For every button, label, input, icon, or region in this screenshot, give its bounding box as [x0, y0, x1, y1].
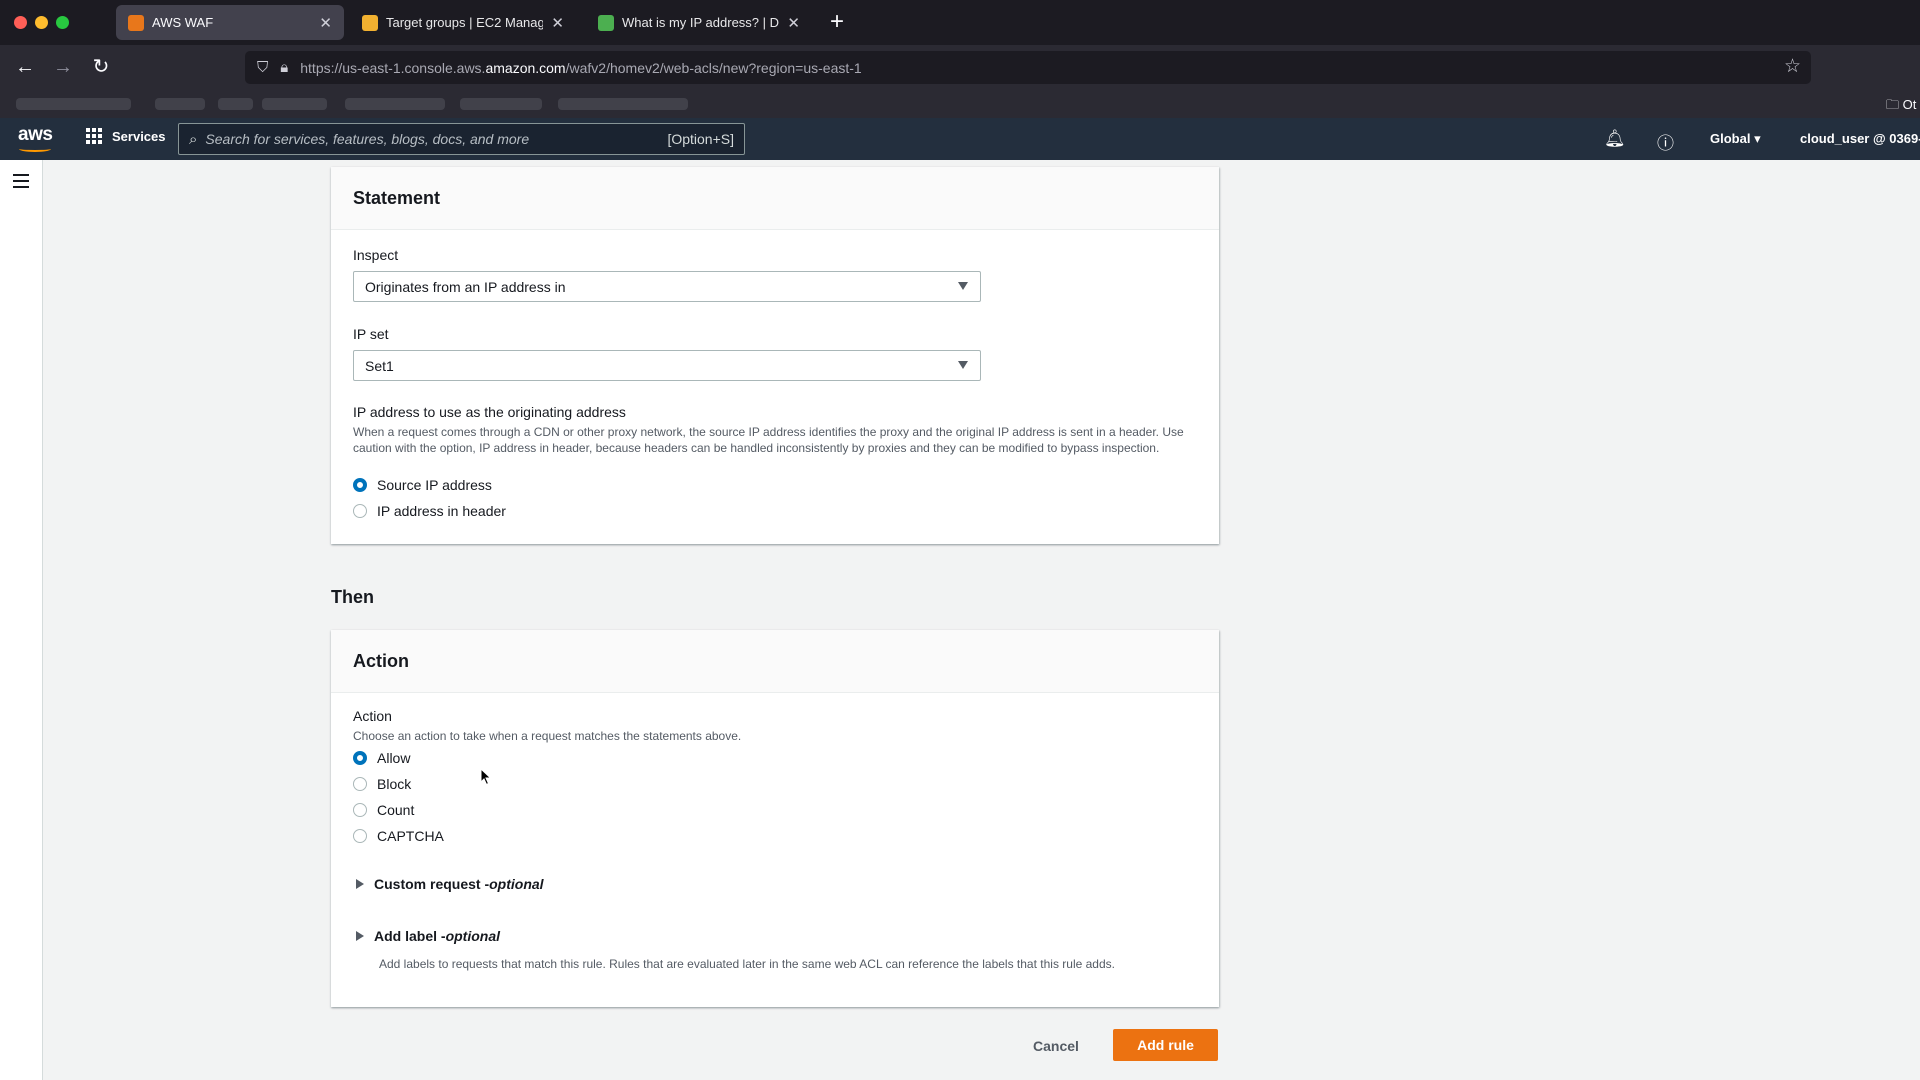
dslreports-favicon-icon [598, 14, 614, 31]
inspect-select[interactable]: Originates from an IP address in [353, 271, 981, 302]
then-heading: Then [331, 587, 374, 607]
aws-logo-smile [19, 146, 51, 152]
bookmark-star-icon[interactable]: ☆ [1784, 55, 1801, 78]
cancel-button[interactable]: Cancel [1020, 1030, 1092, 1062]
close-tab-icon[interactable]: ✕ [551, 14, 564, 32]
forward-arrow-icon[interactable]: → [51, 55, 75, 79]
bookmark-item[interactable] [345, 98, 445, 110]
bookmark-item[interactable] [218, 98, 253, 110]
optional-tag: optional [445, 928, 500, 944]
tab-target-groups[interactable]: Target groups | EC2 Management ✕ [350, 5, 576, 40]
ec2-favicon-icon [362, 14, 378, 31]
radio-captcha[interactable]: CAPTCHA [353, 828, 444, 844]
window-minimize-button[interactable] [35, 16, 48, 29]
radio-button[interactable] [353, 829, 367, 843]
radio-label: CAPTCHA [377, 828, 444, 844]
browser-tab-bar: AWS WAF ✕ Target groups | EC2 Management… [0, 0, 1920, 45]
inspect-selected-value: Originates from an IP address in [365, 278, 566, 295]
originating-address-description: When a request comes through a CDN or ot… [353, 425, 1184, 455]
close-tab-icon[interactable]: ✕ [319, 14, 332, 32]
caret-right-icon [356, 931, 364, 941]
notifications-bell-icon[interactable]: 🔔︎ [1604, 129, 1626, 149]
add-label-description: Add labels to requests that match this r… [379, 957, 1115, 971]
aws-logo[interactable]: aws [18, 124, 53, 146]
search-input[interactable] [205, 131, 668, 147]
lock-icon[interactable]: 🔒︎ [280, 59, 288, 76]
expander-label: Custom request - [374, 876, 490, 892]
radio-source-ip[interactable]: Source IP address [353, 477, 492, 493]
action-heading: Action [331, 630, 1219, 693]
radio-label: IP address in header [377, 503, 506, 519]
search-shortcut-hint: [Option+S] [667, 131, 734, 147]
radio-button[interactable] [353, 803, 367, 817]
caret-down-icon [958, 282, 968, 290]
radio-label: Allow [377, 750, 411, 766]
window-maximize-button[interactable] [56, 16, 69, 29]
radio-label: Count [377, 802, 415, 818]
tab-title: What is my IP address? | DSLReports [622, 15, 780, 30]
add-label-expander[interactable]: Add label - optional [356, 928, 500, 944]
action-description: Choose an action to take when a request … [353, 729, 742, 743]
ipset-label: IP set [353, 326, 389, 342]
originating-address-label: IP address to use as the originating add… [353, 404, 626, 420]
bookmarks-bar: 🗀 Ot [0, 89, 1920, 118]
radio-button[interactable] [353, 504, 367, 518]
radio-label: Block [377, 776, 412, 792]
custom-request-expander[interactable]: Custom request - optional [356, 876, 544, 892]
radio-label: Source IP address [377, 477, 492, 493]
optional-tag: optional [489, 876, 544, 892]
radio-allow[interactable]: Allow [353, 750, 410, 766]
help-icon[interactable]: ⓘ [1657, 129, 1674, 154]
search-icon: ⌕ [189, 130, 198, 148]
tab-what-is-my-ip[interactable]: What is my IP address? | DSLReports ✕ [586, 5, 812, 40]
close-tab-icon[interactable]: ✕ [787, 14, 800, 32]
apps-grid-icon [86, 128, 102, 144]
bookmark-item[interactable] [558, 98, 688, 110]
account-menu[interactable]: cloud_user @ 0369- [1800, 131, 1920, 146]
bookmark-item[interactable] [155, 98, 205, 110]
window-close-button[interactable] [14, 16, 27, 29]
bookmark-item[interactable] [460, 98, 542, 110]
folder-icon: 🗀 [1886, 97, 1903, 112]
caret-right-icon [356, 879, 364, 889]
radio-count[interactable]: Count [353, 802, 414, 818]
console-search[interactable]: ⌕ [Option+S] [178, 123, 745, 155]
services-menu-button[interactable]: Services [86, 128, 166, 144]
radio-button[interactable] [353, 478, 367, 492]
radio-button[interactable] [353, 751, 367, 765]
tab-aws-waf[interactable]: AWS WAF ✕ [116, 5, 344, 40]
browser-nav-bar: ← → ↻ ⛉ 🔒︎ https://us-east-1.console.aws… [0, 45, 1920, 89]
new-tab-icon[interactable]: + [830, 8, 844, 36]
add-rule-button[interactable]: Add rule [1113, 1029, 1218, 1061]
shield-icon[interactable]: ⛉ [257, 59, 268, 76]
aws-console-header: aws Services ⌕ [Option+S] 🔔︎ ⓘ Global ▾ … [0, 118, 1920, 160]
region-selector[interactable]: Global ▾ [1710, 131, 1761, 147]
bookmark-item[interactable] [16, 98, 131, 110]
back-arrow-icon[interactable]: ← [13, 55, 37, 79]
expander-label: Add label - [374, 928, 446, 944]
ipset-select[interactable]: Set1 [353, 350, 981, 381]
address-bar[interactable]: ⛉ 🔒︎ https://us-east-1.console.aws.amazo… [245, 51, 1811, 84]
inspect-label: Inspect [353, 247, 399, 263]
statement-panel: Statement Inspect Originates from an IP … [331, 167, 1219, 544]
radio-button[interactable] [353, 777, 367, 791]
aws-favicon-icon [128, 14, 144, 31]
url-text[interactable]: https://us-east-1.console.aws.amazon.com… [300, 60, 861, 76]
caret-down-icon [958, 361, 968, 369]
ipset-selected-value: Set1 [365, 357, 394, 374]
reload-icon[interactable]: ↻ [89, 55, 113, 79]
action-panel: Action Action Choose an action to take w… [331, 630, 1219, 1007]
action-label: Action [353, 708, 392, 724]
radio-ip-in-header[interactable]: IP address in header [353, 503, 506, 519]
bookmark-item[interactable] [262, 98, 327, 110]
statement-heading: Statement [331, 167, 1219, 230]
side-nav-rail [0, 160, 43, 1080]
mouse-cursor-icon [480, 768, 492, 786]
menu-hamburger-icon[interactable] [13, 174, 29, 192]
tab-title: AWS WAF [152, 15, 214, 30]
tab-title: Target groups | EC2 Management [386, 15, 544, 30]
services-label: Services [112, 128, 166, 144]
radio-block[interactable]: Block [353, 776, 411, 792]
other-bookmarks[interactable]: 🗀 Ot [1886, 96, 1916, 118]
